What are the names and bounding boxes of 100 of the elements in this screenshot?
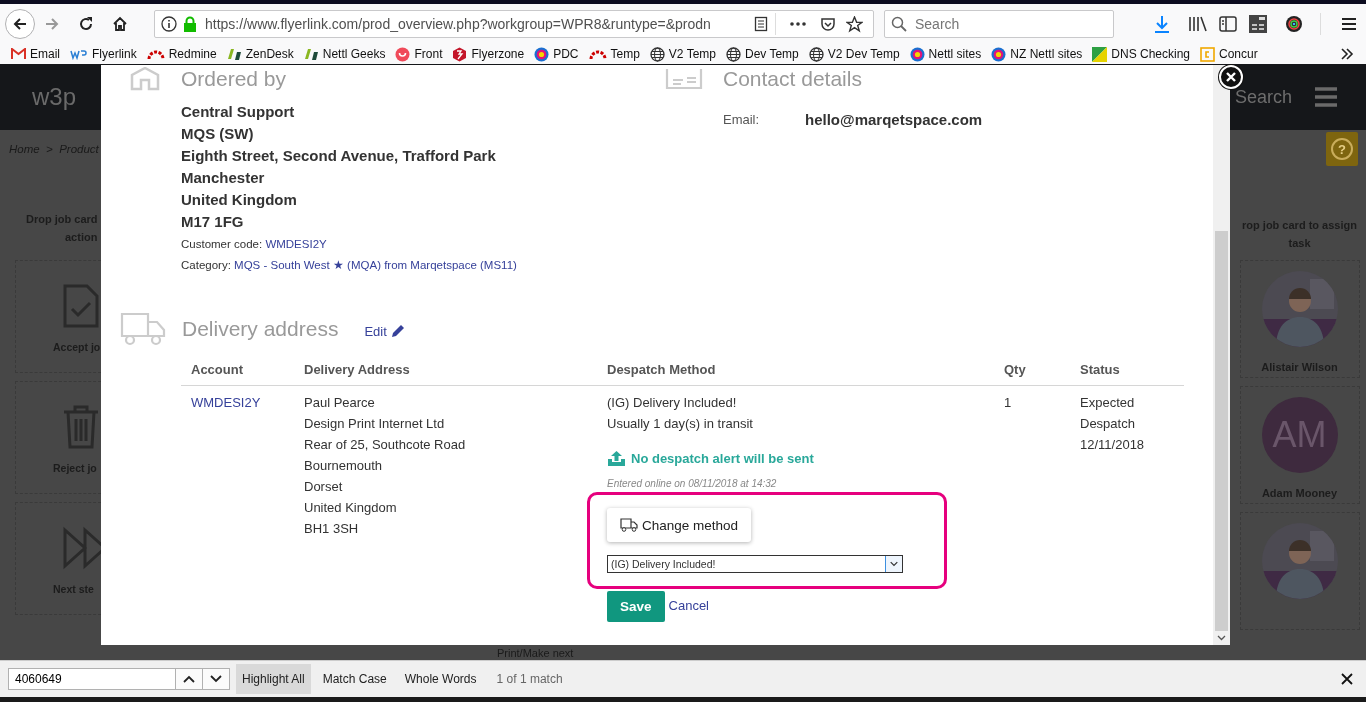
- method-select[interactable]: (IG) Delivery Included!: [607, 555, 903, 573]
- column-header: Account: [181, 353, 304, 386]
- category: Category: MQS - South West ★ (MQA) from Marqetspace (MS11): [181, 258, 517, 273]
- search-link[interactable]: Search: [1234, 86, 1292, 108]
- bookmark[interactable]: V2 Temp: [649, 44, 721, 64]
- search-icon: [891, 16, 907, 32]
- bookmark[interactable]: V2 Dev Temp: [808, 44, 905, 64]
- house-icon: [130, 67, 160, 91]
- scrollbar-thumb[interactable]: [1215, 231, 1228, 631]
- address-line: M17 1FG: [181, 212, 245, 232]
- reader-view-icon[interactable]: [753, 16, 769, 32]
- reload-icon[interactable]: [78, 16, 94, 32]
- square-icon: [1092, 46, 1108, 62]
- address-line: Central Support: [181, 102, 296, 122]
- address-line: Eighth Street, Second Avenue, Trafford Park: [181, 146, 497, 166]
- info-icon[interactable]: [161, 16, 177, 32]
- bookmark[interactable]: Concur: [1200, 44, 1263, 64]
- bookmark[interactable]: ZenDesk: [226, 44, 299, 64]
- find-option[interactable]: Match Case: [316, 664, 393, 694]
- change-method-button[interactable]: Change method: [607, 508, 752, 542]
- extension-icon[interactable]: [1246, 14, 1270, 34]
- column-header: Delivery Address: [304, 353, 607, 386]
- bookmark[interactable]: Email: [11, 44, 65, 64]
- address-bar[interactable]: https://www.flyerlink.com/prod_overview.php?workgroup=WPR8&runtype=&prodn: [154, 10, 874, 38]
- bookmark[interactable]: NZ Nettl sites: [991, 44, 1088, 64]
- arc-icon: [588, 48, 607, 60]
- sidebar-icon[interactable]: [1216, 14, 1240, 34]
- caret-icon: [885, 556, 902, 572]
- truck-icon: [120, 311, 166, 347]
- address-line: United Kingdom: [181, 190, 298, 210]
- chevron-up-icon: [183, 675, 195, 683]
- back-arrow-icon: [12, 16, 28, 32]
- find-option[interactable]: Whole Words: [398, 664, 483, 694]
- target-icon: [909, 46, 925, 62]
- star-icon[interactable]: [846, 15, 863, 33]
- bookmark[interactable]: Redmine: [146, 44, 222, 64]
- close-button[interactable]: [1219, 65, 1243, 89]
- square-icon: [1200, 46, 1215, 62]
- forward-icon[interactable]: [44, 16, 60, 32]
- blocks-icon: [226, 47, 242, 61]
- bookmark[interactable]: Nettl sites: [909, 44, 987, 64]
- next-button[interactable]: [203, 668, 230, 690]
- library-icon[interactable]: [1186, 14, 1210, 34]
- globe-icon: [808, 46, 824, 62]
- address-line: MQS (SW): [181, 124, 255, 144]
- document-check-icon: [62, 283, 100, 329]
- bookmark[interactable]: Flyerlink: [70, 44, 142, 64]
- bookmark[interactable]: Dev Temp: [726, 44, 804, 64]
- bookmark[interactable]: PDC: [534, 44, 584, 64]
- find-option[interactable]: Highlight All: [236, 664, 311, 694]
- account-link[interactable]: WMDESI2Y: [191, 395, 261, 410]
- table-cell-text: Bournemouth: [304, 457, 384, 475]
- find-field[interactable]: 4060649: [8, 668, 176, 690]
- column-header: Status: [1080, 353, 1184, 386]
- truck-icon: [620, 518, 638, 532]
- blocks-icon: [303, 47, 319, 61]
- previous-button[interactable]: [176, 668, 203, 690]
- close-icon[interactable]: [1341, 673, 1353, 685]
- home-icon[interactable]: [112, 16, 128, 32]
- table-cell-text: Dorset: [304, 478, 344, 496]
- close-icon: [1226, 72, 1236, 82]
- help-button[interactable]: ?: [1326, 132, 1358, 166]
- target-icon: [991, 46, 1007, 62]
- column-header: Despatch Method: [607, 353, 1004, 386]
- alert-text: No despatch alert will be sent: [631, 450, 814, 468]
- chevron-down-icon: [210, 675, 222, 683]
- table-cell-text: Rear of 25, Southcote Road: [304, 436, 467, 454]
- field-label: Email:: [723, 112, 761, 127]
- save-button[interactable]: Save: [607, 591, 665, 622]
- upload-icon: [607, 450, 626, 467]
- table-cell-text: Design Print Internet Ltd: [304, 415, 446, 433]
- target-icon: [534, 46, 550, 62]
- bookmark[interactable]: DNS Checking: [1092, 44, 1195, 64]
- back-button[interactable]: [5, 9, 35, 39]
- pencil-icon: [390, 324, 405, 338]
- section-title: Ordered by: [181, 66, 288, 92]
- section-title: Delivery address: [182, 316, 339, 342]
- cancel-link[interactable]: Cancel: [668, 595, 709, 616]
- url-text: https://www.flyerlink.com/prod_overview.php?workgroup=WPR8&runtype=&prodn: [205, 16, 712, 32]
- bookmark[interactable]: Flyerzone: [452, 44, 530, 64]
- table-cell-text: (IG) Delivery Included!: [607, 394, 738, 412]
- email-address: hello@marqetspace.com: [805, 111, 983, 128]
- table-cell-text: 1: [1004, 394, 1013, 412]
- address-line: Manchester: [181, 168, 266, 188]
- match-count: 1 of 1 match: [496, 672, 563, 686]
- column-header: Qty: [1004, 353, 1080, 386]
- bookmark[interactable]: Temp: [588, 44, 645, 64]
- globe-icon: [726, 46, 741, 62]
- scrollbar[interactable]: [1213, 65, 1230, 645]
- search-field[interactable]: Search: [884, 10, 1114, 38]
- chevron-icon[interactable]: [1340, 48, 1354, 60]
- edit-link[interactable]: Edit: [364, 323, 405, 339]
- bookmark[interactable]: Nettl Geeks: [303, 44, 391, 64]
- entry-note: Entered online on 08/11/2018 at 14:32: [607, 477, 778, 491]
- customer-code: Customer code: WMDESI2Y: [181, 237, 328, 252]
- table-cell-text: BH1 3SH: [304, 520, 360, 538]
- lock-icon: [183, 16, 197, 32]
- table-cell-text: Expected Despatch 12/11/2018: [1080, 394, 1146, 454]
- pocket-icon[interactable]: [820, 16, 836, 32]
- bookmark[interactable]: Front: [395, 44, 448, 64]
